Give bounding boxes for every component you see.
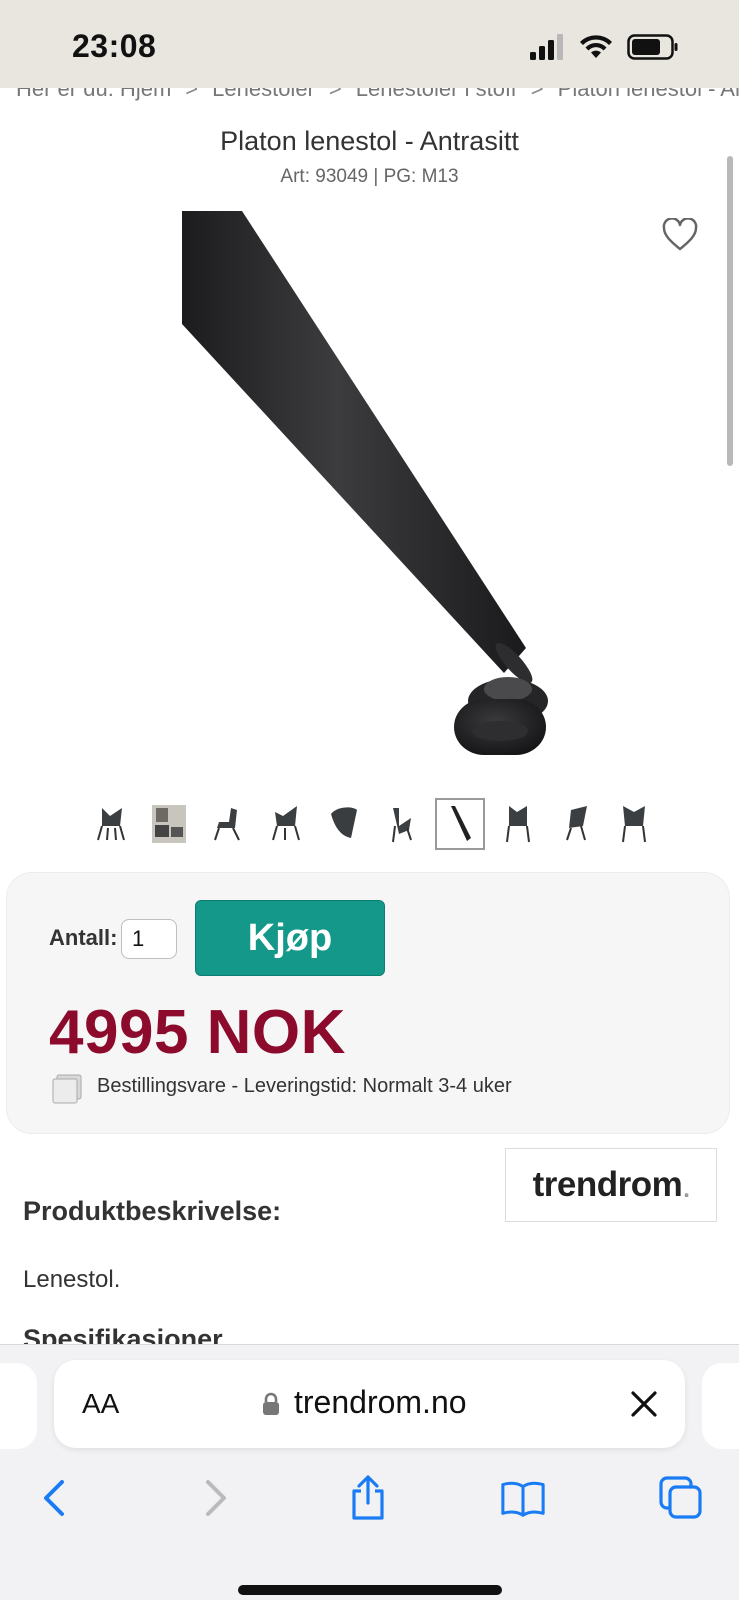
armchair-detail-icon — [331, 807, 357, 838]
thumbnail-9[interactable] — [551, 798, 601, 850]
description-text: Lenestol. — [23, 1266, 121, 1293]
description-heading: Produktbeskrivelse: — [23, 1196, 282, 1226]
reader-settings-label: AA — [82, 1388, 120, 1419]
thumbnail-6[interactable] — [377, 798, 427, 850]
back-button[interactable] — [32, 1475, 78, 1521]
thumbnail-1[interactable] — [86, 798, 136, 850]
armchair-front-icon — [506, 806, 530, 843]
home-indicator[interactable] — [238, 1585, 502, 1595]
thumbnail-8[interactable] — [493, 798, 543, 850]
breadcrumb-item-current: Platon lenestol - Antrasitt — [557, 88, 739, 101]
browser-bottom-bar: AA trendrom.no — [0, 1344, 739, 1600]
share-button[interactable] — [345, 1475, 391, 1521]
status-time: 23:08 — [72, 28, 157, 64]
purchase-panel: Antall: 1 Kjøp 4995 NOK Bestillingsvare … — [6, 872, 730, 1134]
product-article-number: Art: 93049 | PG: M13 — [280, 166, 459, 187]
thumbnail-4[interactable] — [261, 798, 311, 850]
armchair-rear-icon — [566, 806, 587, 841]
buy-button[interactable]: Kjøp — [195, 900, 385, 976]
wifi-icon — [580, 35, 612, 58]
close-icon[interactable] — [630, 1390, 658, 1418]
battery-icon — [627, 34, 678, 60]
quantity-input[interactable]: 1 — [121, 919, 177, 959]
favorite-heart-icon[interactable] — [662, 218, 698, 252]
delivery-status: Bestillingsvare - Leveringstid: Normalt … — [97, 1075, 512, 1097]
chevron-right-icon — [206, 1480, 226, 1516]
brand-logo-dot: . — [683, 1176, 690, 1203]
tabs-icon — [659, 1476, 702, 1519]
url-text[interactable]: trendrom.no — [294, 1384, 467, 1421]
previous-tab-card[interactable] — [0, 1363, 37, 1449]
specifications-heading: Spesifikasjoner — [23, 1324, 223, 1344]
page-content: Her er du: Hjem > Lenestoler > Lenestole… — [0, 88, 739, 1344]
browser-toolbar — [0, 1465, 739, 1535]
book-icon — [501, 1481, 545, 1517]
status-bar: 23:08 — [0, 0, 739, 88]
next-tab-card[interactable] — [702, 1363, 739, 1449]
lock-icon — [263, 1392, 279, 1415]
armchair-back-icon — [392, 808, 412, 843]
armchair-icon — [97, 808, 125, 841]
bookmarks-button[interactable] — [500, 1475, 546, 1521]
thumbnail-7[interactable] — [435, 798, 485, 850]
breadcrumb-item-armchairs[interactable]: Lenestoler — [212, 88, 315, 102]
chevron-left-icon — [44, 1480, 64, 1516]
quantity-label: Antall: — [49, 925, 118, 950]
breadcrumb-item-home[interactable]: Her er du: Hjem — [16, 88, 171, 102]
product-main-image[interactable] — [182, 211, 554, 781]
thumbnail-5[interactable] — [319, 798, 369, 850]
share-icon — [352, 1475, 384, 1520]
cellular-signal-icon — [530, 34, 563, 60]
reader-settings-button[interactable]: AA — [82, 1388, 119, 1420]
armchair-angle-icon — [272, 806, 300, 841]
breadcrumb-separator: > — [185, 88, 199, 101]
chair-leg-icon — [451, 806, 471, 841]
box-icon — [52, 1074, 82, 1104]
thumbnail-2[interactable] — [144, 798, 194, 850]
room-scene-icon — [152, 805, 186, 843]
breadcrumb-separator: > — [328, 88, 342, 101]
thumbnail-10[interactable] — [609, 798, 659, 850]
forward-button[interactable] — [192, 1475, 238, 1521]
armchair-wing-icon — [622, 806, 646, 843]
price: 4995 NOK — [49, 998, 346, 1067]
status-icons — [529, 34, 679, 60]
tabs-button[interactable] — [658, 1475, 704, 1521]
scrollbar[interactable] — [727, 156, 733, 466]
breadcrumb-separator: > — [530, 88, 544, 101]
breadcrumb: Her er du: Hjem > Lenestoler > Lenestole… — [16, 88, 739, 102]
chair-leg-photo — [182, 211, 548, 755]
thumbnail-3[interactable] — [203, 798, 253, 850]
brand-logo-text: trendrom — [532, 1165, 683, 1204]
product-title: Platon lenestol - Antrasitt — [220, 126, 519, 156]
brand-logo[interactable]: trendrom. — [505, 1148, 717, 1222]
address-bar[interactable]: AA trendrom.no — [54, 1360, 685, 1448]
breadcrumb-item-fabric-armchairs[interactable]: Lenestoler i stoff — [356, 88, 517, 102]
thumbnail-strip — [86, 798, 656, 852]
armchair-side-icon — [214, 808, 240, 841]
